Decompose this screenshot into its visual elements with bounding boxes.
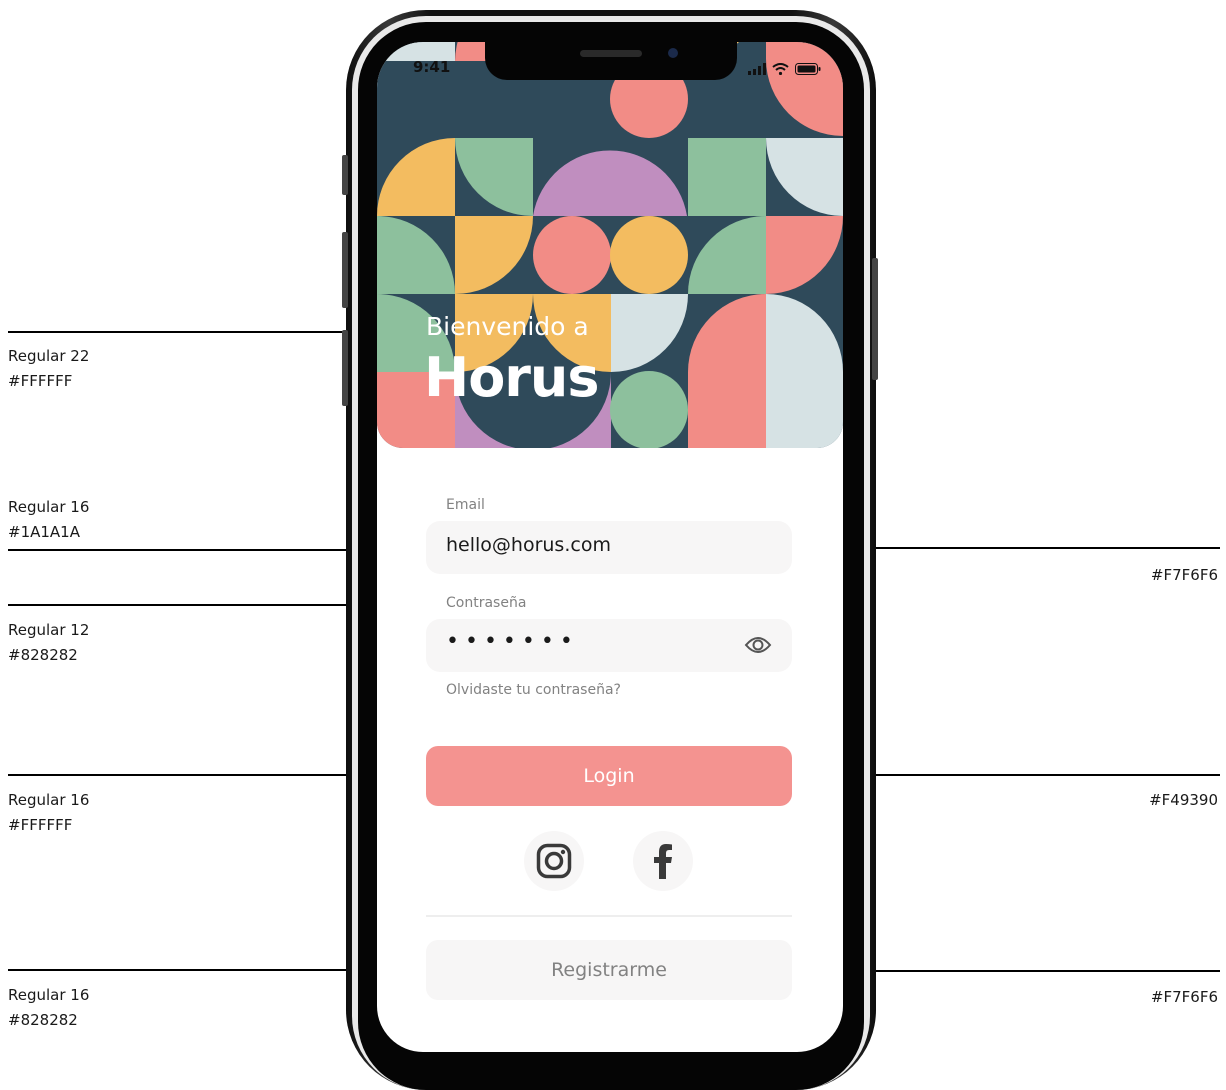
annotation-style: Regular 12 [8,621,90,639]
password-field[interactable]: ••••••• [426,619,792,672]
register-button[interactable]: Registrarme [426,940,792,1000]
annotation-color: #F49390 [1149,791,1218,809]
instagram-icon [536,843,572,883]
annotation-color: #F7F6F6 [1150,566,1218,584]
phone-screen: 9:41 Bienvenido a Horus Email hello@horu… [377,42,843,1052]
annotation-color: #F7F6F6 [1150,988,1218,1006]
password-value: ••••••• [446,629,579,654]
eye-icon[interactable] [744,635,772,659]
annotation-login-text: Regular 16 #FFFFFF [8,788,89,838]
annotation-color: #1A1A1A [8,523,80,541]
status-icons [748,60,821,79]
annotation-login-color: #F49390 [1149,788,1218,813]
annotation-color: #FFFFFF [8,816,73,834]
volume-down-button [342,330,348,406]
notch [485,42,737,80]
speaker-grille [580,50,642,57]
instagram-button[interactable] [524,831,584,891]
annotation-style: Regular 16 [8,986,90,1004]
annotation-register-color: #F7F6F6 [1151,985,1218,1010]
power-button [872,258,878,380]
annotation-style: Regular 22 [8,347,90,365]
signal-icon [748,60,766,79]
volume-up-button [342,232,348,308]
welcome-text: Bienvenido a [426,312,589,341]
brand-title: Horus [424,346,600,409]
battery-icon [795,60,821,79]
silent-switch [342,155,348,195]
annotation-color: #FFFFFF [8,372,73,390]
login-button[interactable]: Login [426,746,792,806]
facebook-icon [653,843,673,883]
forgot-password-link[interactable]: Olvidaste tu contraseña? [446,682,621,698]
email-label: Email [446,497,485,513]
email-value: hello@horus.com [446,534,611,556]
annotation-color: #828282 [8,1011,78,1029]
annotation-color: #828282 [8,646,78,664]
annotation-style: Regular 16 [8,498,90,516]
annotation-field-color: #F7F6F6 [1151,563,1218,588]
annotation-welcome-text: Regular 22 #FFFFFF [8,344,89,394]
divider [426,915,792,917]
front-camera [668,48,678,58]
email-field[interactable]: hello@horus.com [426,521,792,574]
annotation-style: Regular 16 [8,791,90,809]
annotation-input-text: Regular 16 #1A1A1A [8,495,89,545]
annotation-register-text: Regular 16 #828282 [8,983,89,1033]
status-time: 9:41 [413,58,451,76]
annotation-label-text: Regular 12 #828282 [8,618,89,668]
wifi-icon [772,60,789,79]
password-label: Contraseña [446,595,527,611]
facebook-button[interactable] [633,831,693,891]
